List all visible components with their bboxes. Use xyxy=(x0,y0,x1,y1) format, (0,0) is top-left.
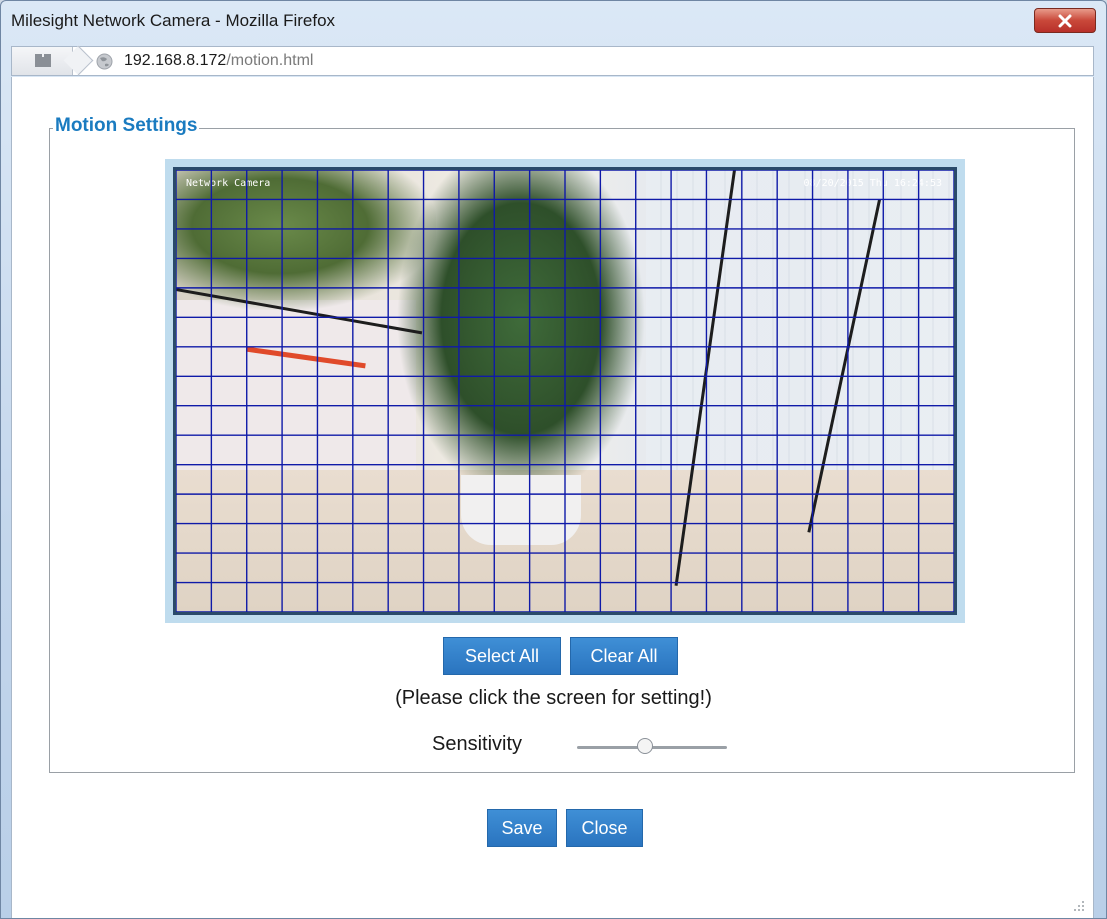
browser-window: Milesight Network Camera - Mozilla Firef… xyxy=(0,0,1107,919)
sensitivity-label: Sensitivity xyxy=(432,733,523,755)
url-text: 192.168.8.172/motion.html xyxy=(124,52,313,70)
window-close-button[interactable] xyxy=(1034,8,1096,33)
video-frame: Network Camera 08/20/2015 Thu 16:24:53 xyxy=(165,159,965,623)
address-bar[interactable]: 192.168.8.172/motion.html xyxy=(11,45,1094,76)
save-button[interactable]: Save xyxy=(487,809,557,847)
page-icon xyxy=(35,54,51,67)
globe-icon xyxy=(96,53,113,70)
sensitivity-slider-thumb[interactable] xyxy=(636,738,653,754)
page-content: Motion Settings Network Camera 08/20/201… xyxy=(11,77,1094,918)
url-host: 192.168.8.172 xyxy=(124,52,227,69)
clear-all-button[interactable]: Clear All xyxy=(570,637,678,675)
select-all-button[interactable]: Select All xyxy=(443,637,561,675)
motion-hint-text: (Please click the screen for setting!) xyxy=(395,687,712,709)
close-x-icon xyxy=(1058,14,1072,27)
close-button[interactable]: Close xyxy=(566,809,643,847)
motion-video-area[interactable]: Network Camera 08/20/2015 Thu 16:24:53 xyxy=(173,167,957,615)
motion-settings-legend: Motion Settings xyxy=(53,115,200,137)
url-path: /motion.html xyxy=(226,52,314,69)
motion-grid[interactable] xyxy=(176,170,954,612)
window-title: Milesight Network Camera - Mozilla Firef… xyxy=(11,11,336,30)
resize-grip-icon[interactable] xyxy=(1073,900,1085,912)
title-bar[interactable]: Milesight Network Camera - Mozilla Firef… xyxy=(1,1,1106,41)
